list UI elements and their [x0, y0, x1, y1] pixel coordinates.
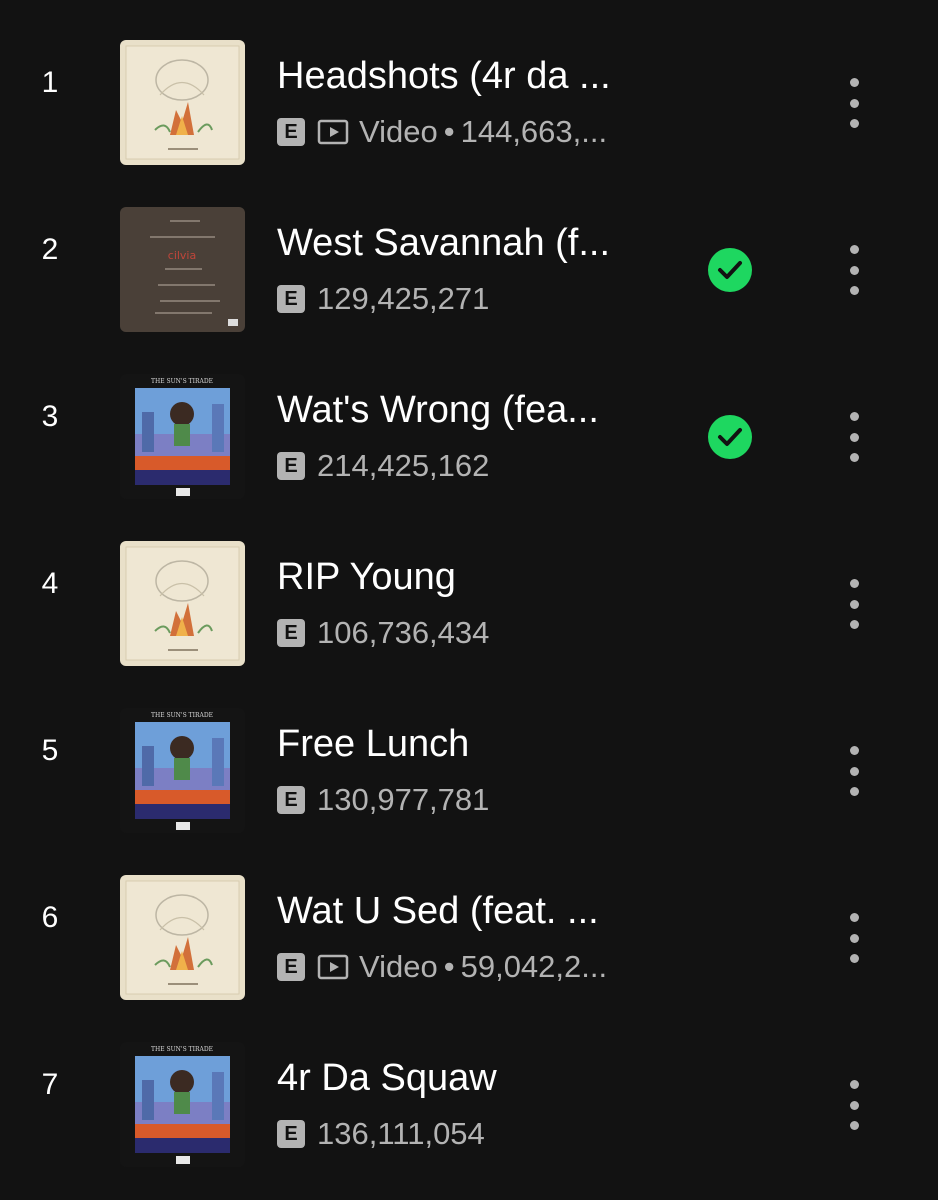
- video-label: Video: [359, 114, 438, 149]
- dot: [849, 766, 859, 776]
- explicit-badge: E: [277, 786, 305, 814]
- dot: [849, 933, 859, 943]
- play-count: 59,042,2...: [460, 949, 608, 984]
- check-circle-icon: [708, 415, 752, 459]
- explicit-badge: E: [277, 452, 305, 480]
- svg-text:cilvia: cilvia: [168, 249, 196, 262]
- album-art: [120, 875, 245, 1000]
- dot: [849, 412, 859, 421]
- track-row-4[interactable]: 4 RIP Young E 106,736,434: [0, 501, 938, 667]
- more-vertical-icon[interactable]: [838, 913, 870, 963]
- more-vertical-icon[interactable]: [838, 245, 870, 295]
- svg-text:THE SUN'S TIRADE: THE SUN'S TIRADE: [151, 712, 213, 719]
- svg-text:THE SUN'S TIRADE: THE SUN'S TIRADE: [151, 378, 213, 385]
- track-meta: E Video • 59,042,2...: [277, 947, 607, 987]
- track-row-1[interactable]: 1 Headshots (4r da ... E Video • 144,663,..…: [0, 0, 938, 166]
- album-art: THE SUN'S TIRADE: [120, 374, 245, 499]
- track-number: 4: [41, 567, 59, 600]
- album-art: [120, 541, 245, 666]
- explicit-badge: E: [277, 285, 305, 313]
- svg-text:THE SUN'S TIRADE: THE SUN'S TIRADE: [151, 1046, 213, 1053]
- track-number: 6: [41, 901, 59, 934]
- dot: [849, 579, 859, 588]
- dot: [849, 1121, 859, 1130]
- track-number: 7: [41, 1068, 59, 1101]
- dot: [849, 432, 859, 442]
- dot: [849, 787, 859, 796]
- track-title: Headshots (4r da ...: [277, 55, 611, 97]
- dot: [849, 78, 859, 87]
- track-meta: E 106,736,434: [277, 613, 489, 653]
- video-label: Video: [359, 949, 438, 984]
- explicit-badge: E: [277, 118, 305, 146]
- dot: [849, 1100, 859, 1110]
- dot: [849, 453, 859, 462]
- play-count: 130,977,781: [317, 782, 490, 817]
- play-count: 214,425,162: [317, 448, 490, 483]
- track-row-2[interactable]: 2 cilvia West Savannah (f... E 129,425,27…: [0, 167, 938, 333]
- dot: [849, 913, 859, 922]
- explicit-badge: E: [277, 619, 305, 647]
- more-vertical-icon[interactable]: [838, 746, 870, 796]
- track-meta: E 214,425,162: [277, 446, 489, 486]
- dot: [849, 746, 859, 755]
- track-title: Wat's Wrong (fea...: [277, 389, 599, 431]
- play-count: 106,736,434: [317, 615, 490, 650]
- track-meta: E 129,425,271: [277, 279, 489, 319]
- track-title: Wat U Sed (feat. ...: [277, 890, 599, 932]
- explicit-badge: E: [277, 1120, 305, 1148]
- track-title: Free Lunch: [277, 723, 470, 765]
- play-count: 144,663,...: [460, 114, 608, 149]
- more-vertical-icon[interactable]: [838, 412, 870, 462]
- track-row-6[interactable]: 6 Wat U Sed (feat. ... E Video • 59,042,2..…: [0, 835, 938, 1001]
- track-row-3[interactable]: 3 THE SUN'S TIRADE Wat's Wrong (fea... E…: [0, 334, 938, 500]
- dot: [849, 245, 859, 254]
- album-art: cilvia: [120, 207, 245, 332]
- track-number: 5: [41, 734, 59, 767]
- dot: [849, 119, 859, 128]
- dot: [849, 954, 859, 963]
- dot: [849, 1080, 859, 1089]
- track-row-7[interactable]: 7 THE SUN'S TIRADE 4r Da Squaw E 136,111,…: [0, 1002, 938, 1168]
- track-meta: E 136,111,054: [277, 1114, 485, 1154]
- track-number: 3: [41, 400, 59, 433]
- track-title: RIP Young: [277, 556, 456, 598]
- check-circle-icon: [708, 248, 752, 292]
- separator-dot: •: [443, 949, 455, 984]
- dot: [849, 286, 859, 295]
- separator-dot: •: [443, 114, 455, 149]
- dot: [849, 98, 859, 108]
- dot: [849, 265, 859, 275]
- play-count: 129,425,271: [317, 281, 490, 316]
- more-vertical-icon[interactable]: [838, 78, 870, 128]
- explicit-badge: E: [277, 953, 305, 981]
- track-title: West Savannah (f...: [277, 222, 611, 264]
- video-play-icon: [317, 118, 349, 146]
- play-count: 136,111,054: [317, 1116, 485, 1151]
- album-art: THE SUN'S TIRADE: [120, 1042, 245, 1167]
- track-title: 4r Da Squaw: [277, 1057, 497, 1099]
- dot: [849, 599, 859, 609]
- track-number: 1: [41, 66, 59, 99]
- album-art: [120, 40, 245, 165]
- track-row-5[interactable]: 5 THE SUN'S TIRADE Free Lunch E 130,977,7…: [0, 668, 938, 834]
- video-play-icon: [317, 953, 349, 981]
- dot: [849, 620, 859, 629]
- more-vertical-icon[interactable]: [838, 579, 870, 629]
- album-art: THE SUN'S TIRADE: [120, 708, 245, 833]
- more-vertical-icon[interactable]: [838, 1080, 870, 1130]
- track-meta: E Video • 144,663,...: [277, 112, 607, 152]
- track-number: 2: [41, 233, 59, 266]
- track-meta: E 130,977,781: [277, 780, 489, 820]
